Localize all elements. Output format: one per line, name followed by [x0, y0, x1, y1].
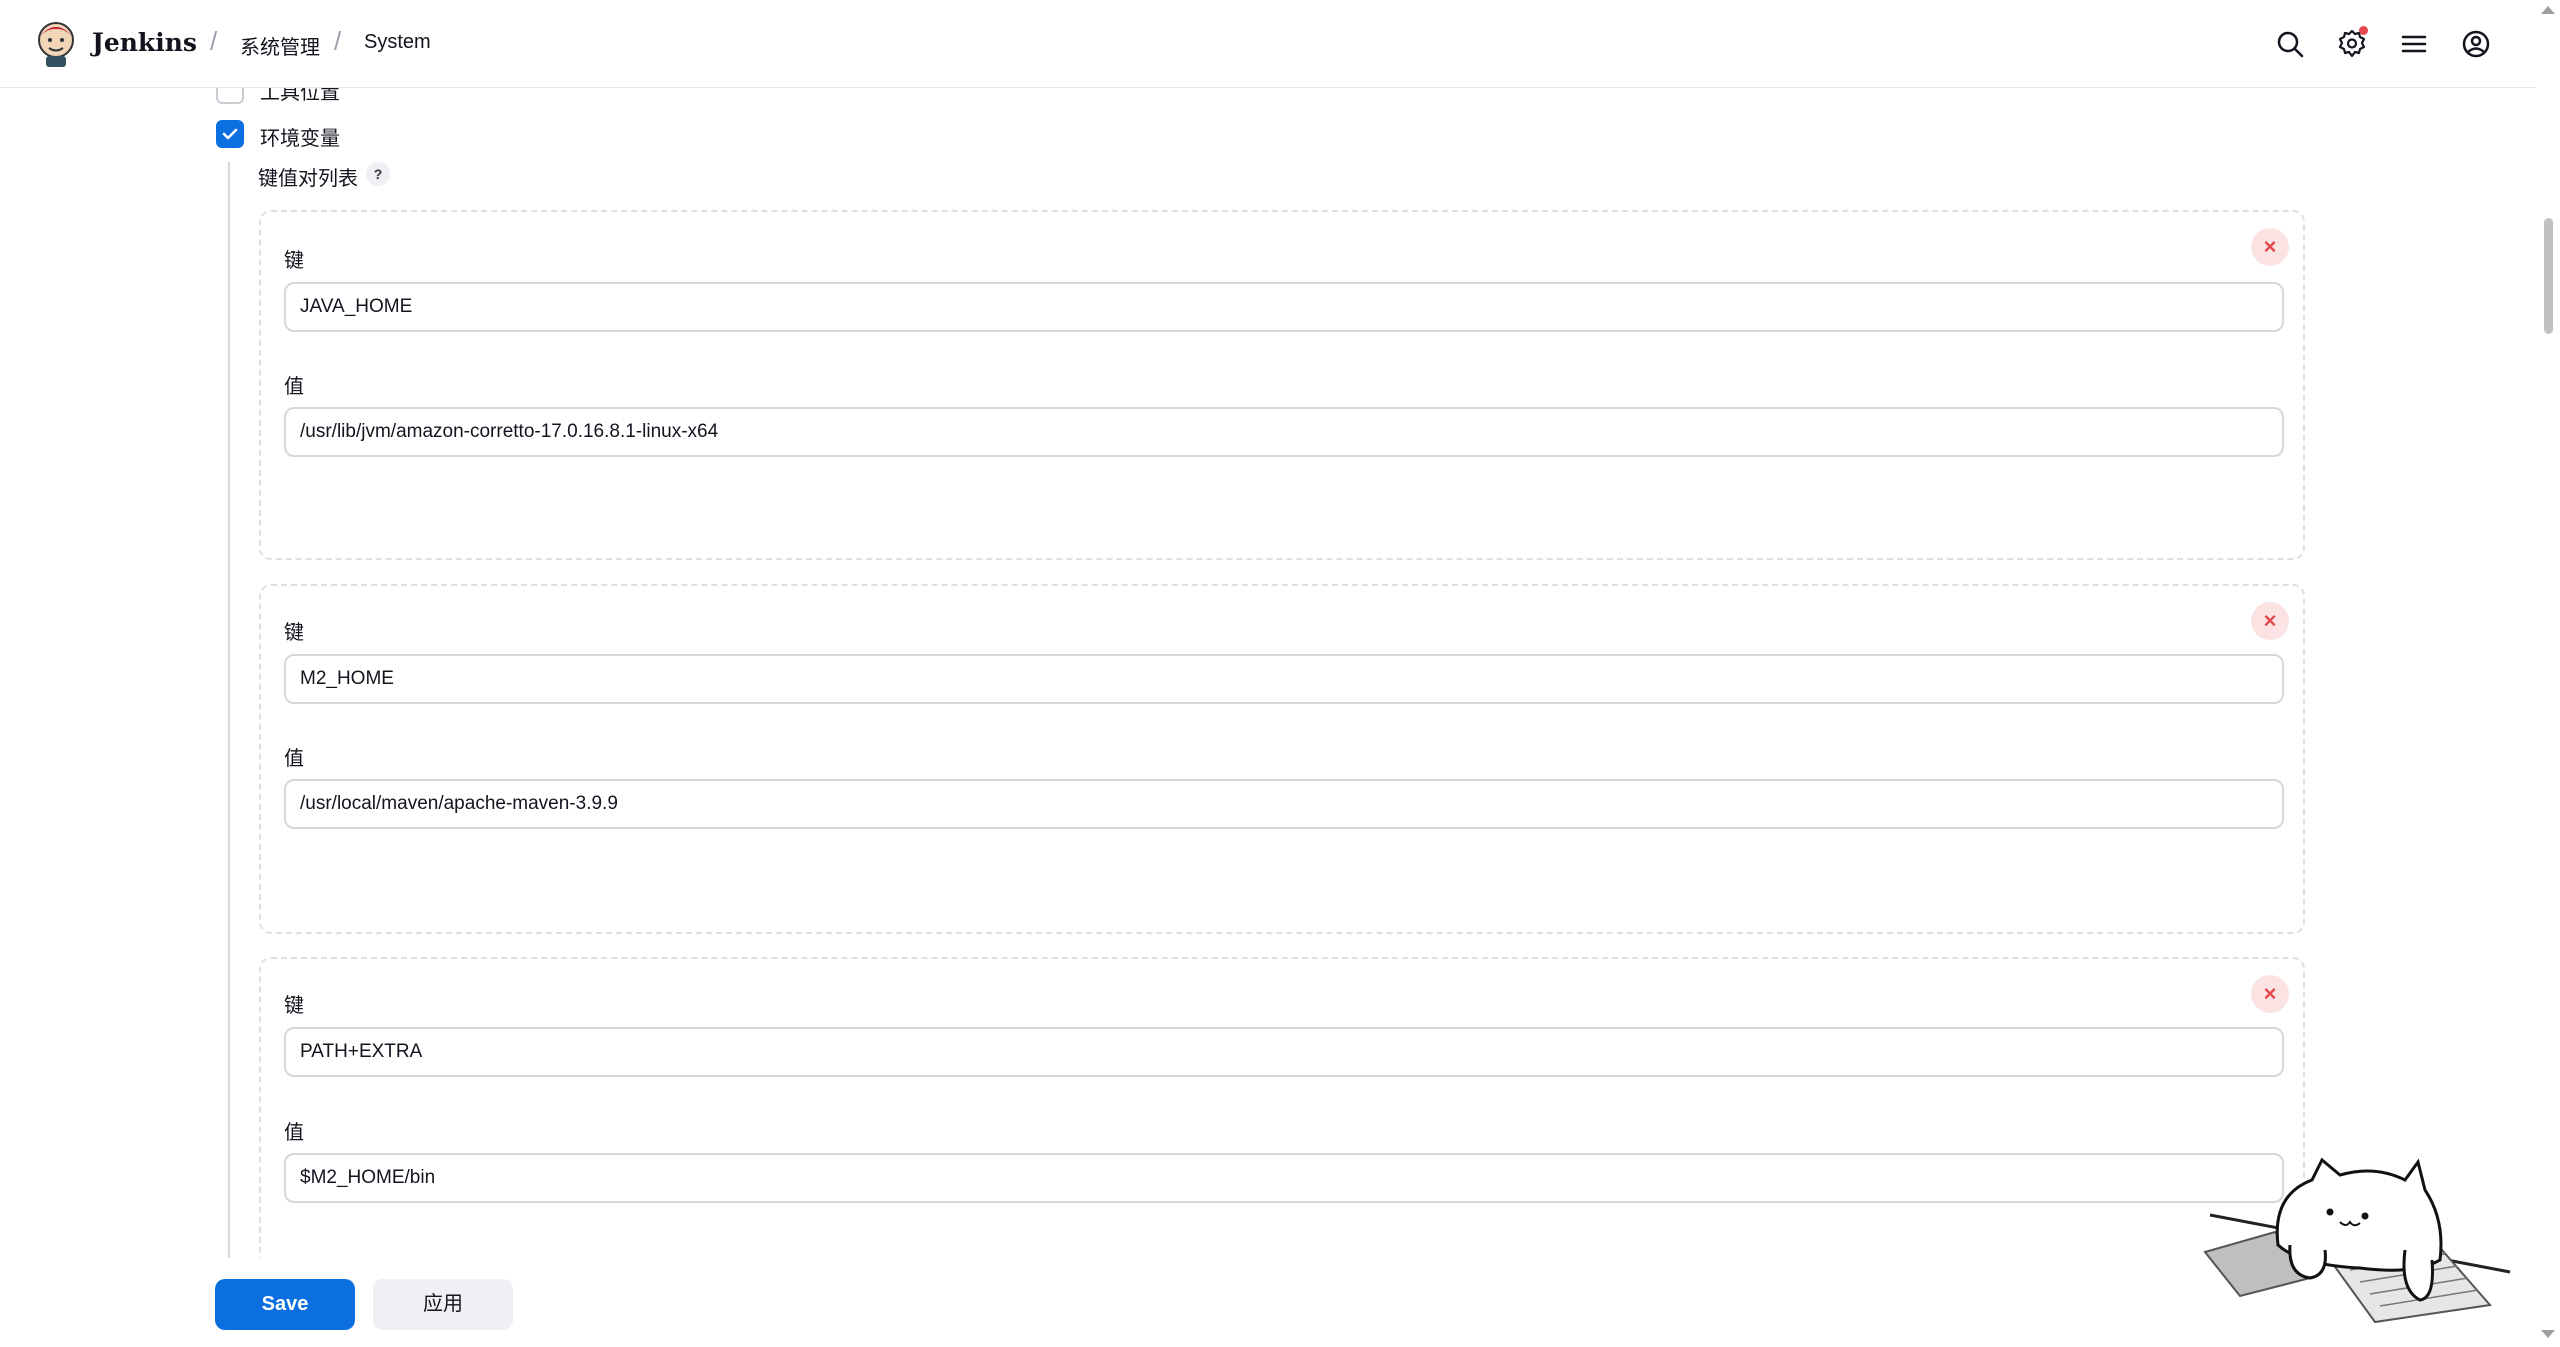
key-label: 键	[284, 995, 304, 1017]
scrollbar[interactable]	[2536, 0, 2560, 1347]
remove-entry-close-icon[interactable]: ×	[2251, 228, 2289, 266]
notification-dot	[2359, 26, 2368, 35]
section-indent-rule	[228, 162, 230, 1262]
cat-typing-decoration-icon	[2203, 1157, 2511, 1324]
kv-entry-card: × 键 M2_HOME 值 /usr/local/maven/apache-ma…	[259, 584, 2305, 934]
key-input[interactable]: M2_HOME	[284, 654, 2284, 704]
env-vars-checkbox[interactable]	[216, 120, 244, 148]
menu-icon[interactable]	[2398, 28, 2430, 60]
value-input[interactable]: $M2_HOME/bin	[284, 1153, 2284, 1203]
kv-entry-card: × 键 PATH+EXTRA 值 $M2_HOME/bin	[259, 957, 2305, 1307]
breadcrumb-system[interactable]: System	[364, 31, 431, 54]
kv-list-label: 键值对列表	[258, 168, 358, 190]
scrollbar-thumb[interactable]	[2544, 218, 2553, 334]
remove-entry-close-icon[interactable]: ×	[2251, 602, 2289, 640]
key-input[interactable]: PATH+EXTRA	[284, 1027, 2284, 1077]
value-label: 值	[284, 1122, 304, 1144]
search-icon[interactable]	[2274, 28, 2306, 60]
key-input[interactable]: JAVA_HOME	[284, 282, 2284, 332]
brand-name[interactable]: Jenkins	[92, 28, 197, 57]
checkmark-icon	[222, 128, 238, 140]
kv-entry-card: × 键 JAVA_HOME 值 /usr/lib/jvm/amazon-corr…	[259, 210, 2305, 560]
value-label: 值	[284, 748, 304, 770]
value-input[interactable]: /usr/lib/jvm/amazon-corretto-17.0.16.8.1…	[284, 407, 2284, 457]
breadcrumb-separator: /	[334, 26, 342, 56]
jenkins-logo[interactable]	[34, 20, 78, 68]
value-input[interactable]: /usr/local/maven/apache-maven-3.9.9	[284, 779, 2284, 829]
apply-button[interactable]: 应用	[373, 1279, 513, 1330]
value-label: 值	[284, 376, 304, 398]
scroll-up-arrow-icon[interactable]	[2541, 6, 2555, 14]
user-icon[interactable]	[2460, 28, 2492, 60]
top-header: Jenkins / 系统管理 / System	[0, 0, 2536, 88]
breadcrumb-separator: /	[210, 26, 218, 56]
help-icon[interactable]: ?	[366, 162, 390, 186]
breadcrumb-manage[interactable]: 系统管理	[240, 31, 320, 60]
remove-entry-close-icon[interactable]: ×	[2251, 975, 2289, 1013]
save-button[interactable]: Save	[215, 1279, 355, 1330]
key-label: 键	[284, 622, 304, 644]
key-label: 键	[284, 250, 304, 272]
scroll-down-arrow-icon[interactable]	[2541, 1330, 2555, 1338]
env-vars-label: 环境变量	[260, 128, 340, 150]
